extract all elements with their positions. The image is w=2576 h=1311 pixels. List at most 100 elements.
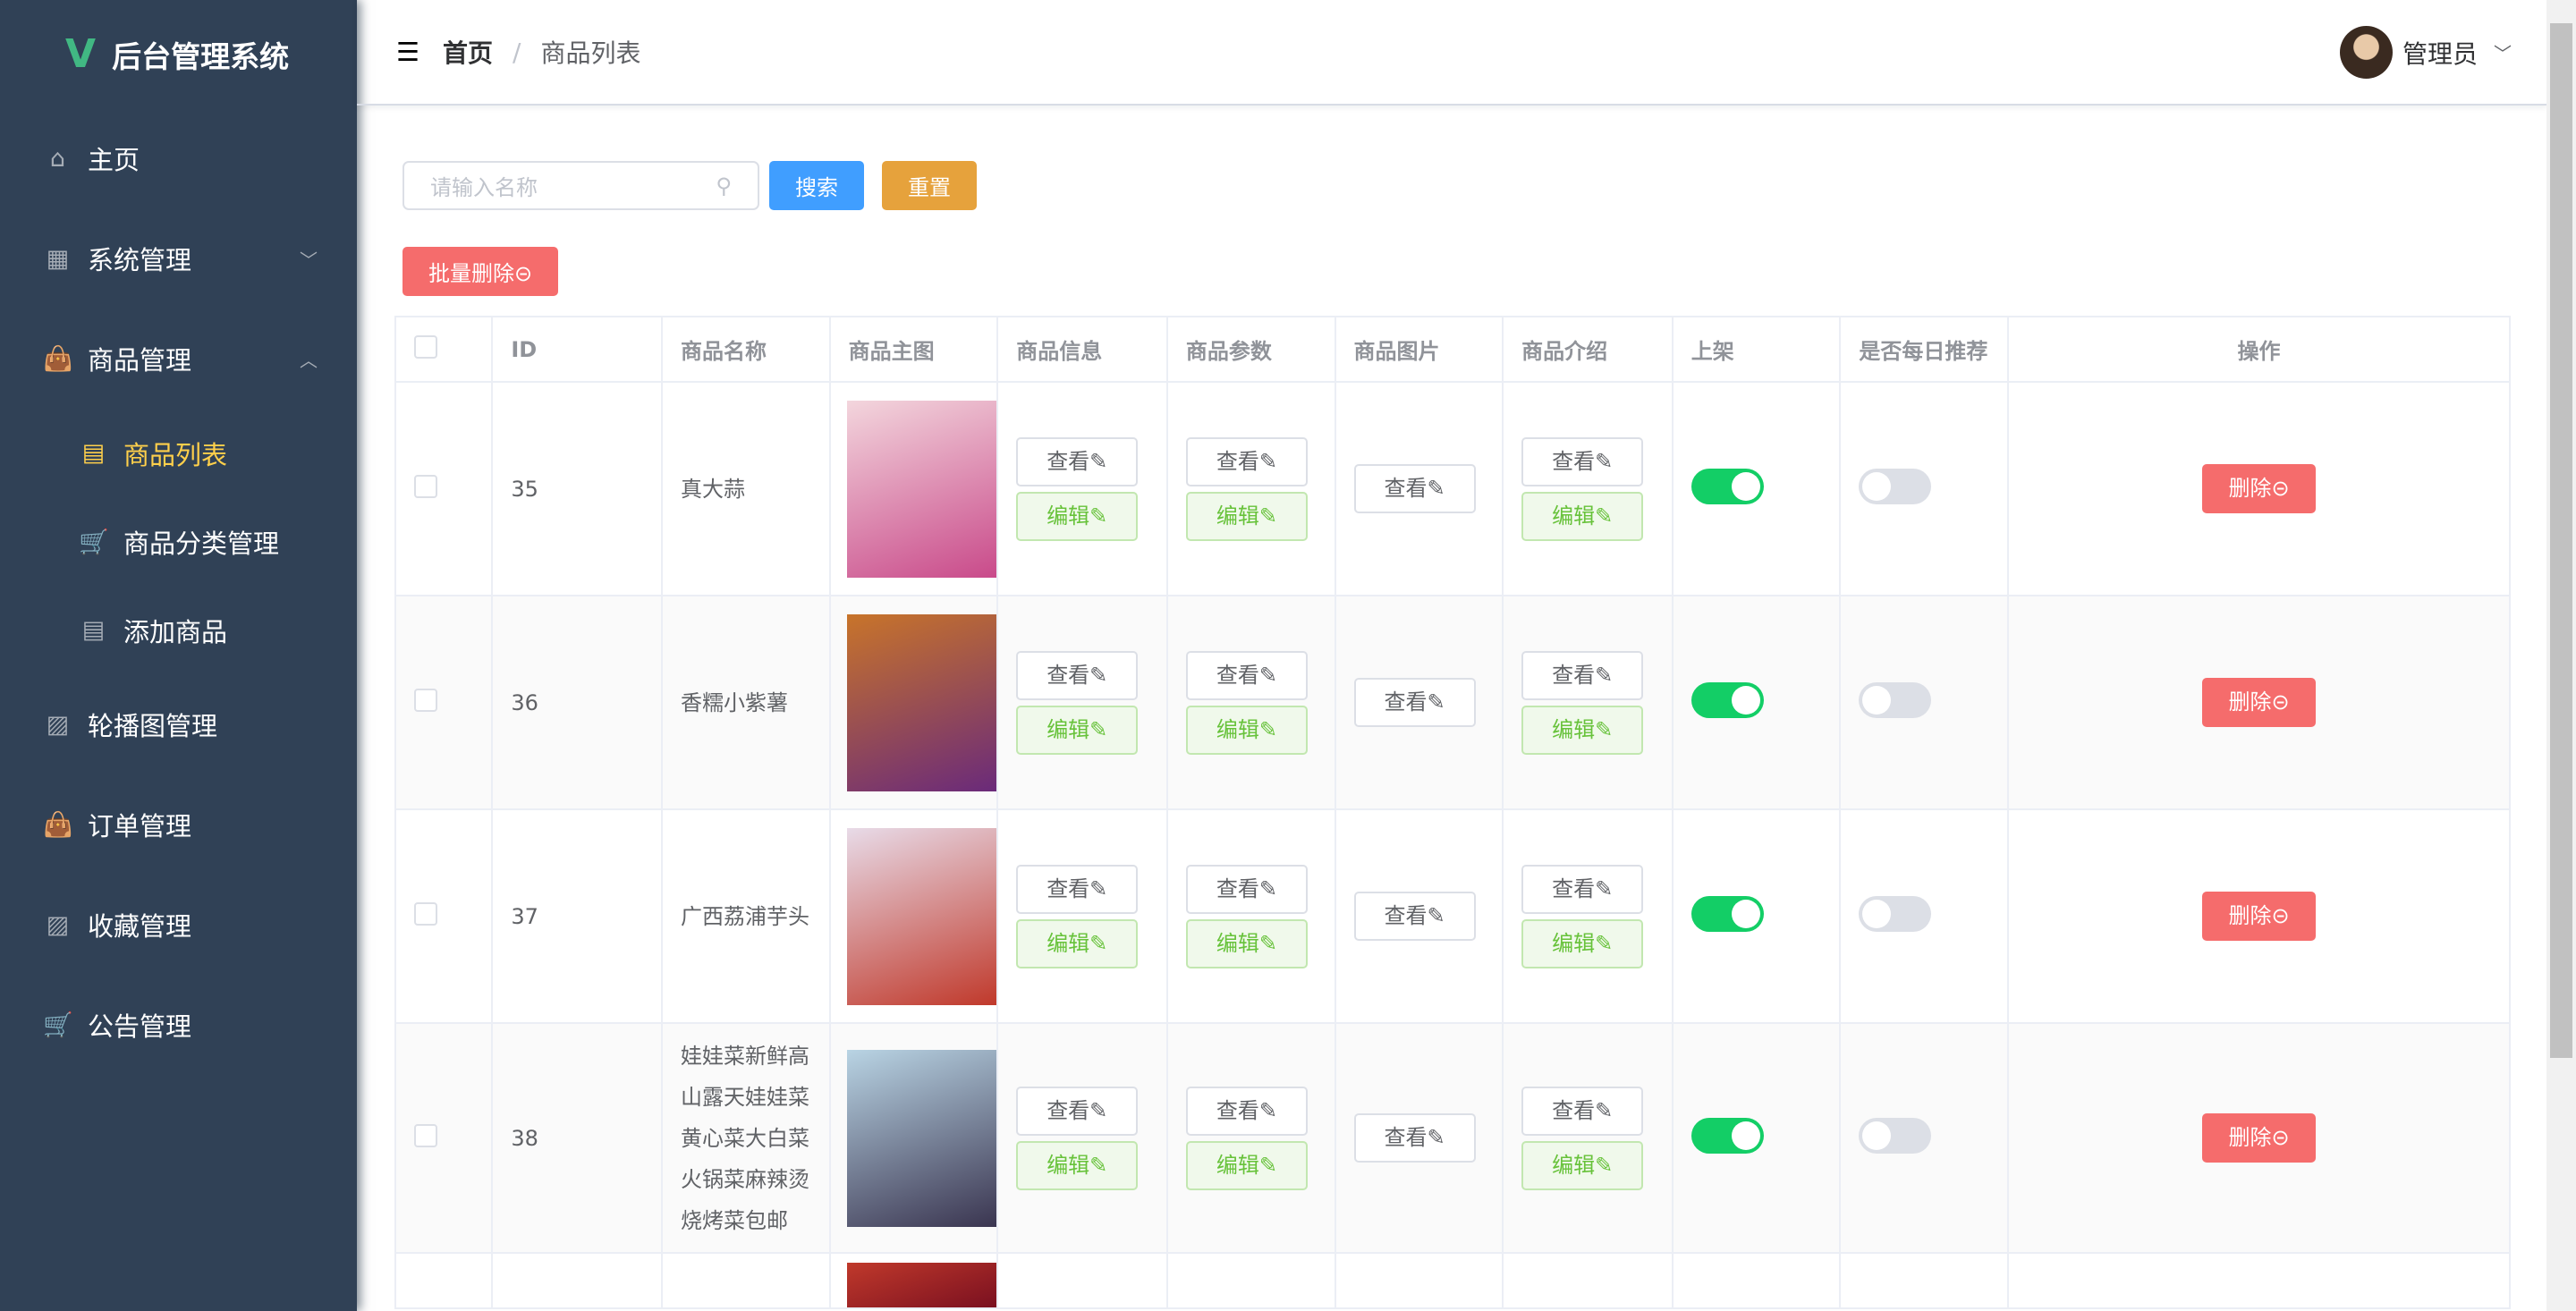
view-button[interactable]: 查看✎: [1185, 650, 1308, 700]
sidebar-item-0[interactable]: ⌂ 主页: [0, 108, 357, 208]
cart-icon: 🛒: [43, 1011, 73, 1039]
user-dropdown[interactable]: 管理员 ﹀: [2339, 26, 2512, 79]
edit-button[interactable]: 编辑✎: [1185, 918, 1308, 968]
sidebar-item-7[interactable]: 👜 订单管理: [0, 774, 357, 875]
batch-delete-button[interactable]: 批量删除⊝: [402, 247, 559, 296]
edit-button[interactable]: 编辑✎: [1185, 1140, 1308, 1190]
picture-icon: ▨: [46, 710, 70, 739]
id-cell: 37: [491, 808, 663, 1024]
edit-button[interactable]: 编辑✎: [1521, 1140, 1644, 1190]
sidebar-item-5[interactable]: ▤ 添加商品: [0, 586, 357, 674]
edit-button[interactable]: 编辑✎: [1016, 1140, 1139, 1190]
breadcrumb-current: 商品列表: [540, 38, 641, 68]
edit-button[interactable]: 编辑✎: [1185, 491, 1308, 541]
column-header: 商品介绍: [1502, 316, 1674, 383]
edit-button[interactable]: 编辑✎: [1521, 491, 1644, 541]
view-button[interactable]: 查看✎: [1185, 1086, 1308, 1136]
sidebar-item-1[interactable]: ▦ 系统管理 ﹀: [0, 208, 357, 309]
header: ☰ 首页 / 商品列表 管理员 ﹀: [357, 0, 2547, 106]
id-cell: 35: [491, 381, 663, 596]
view-button[interactable]: 查看✎: [1353, 1113, 1476, 1163]
view-button[interactable]: 查看✎: [1185, 436, 1308, 486]
edit-button[interactable]: 编辑✎: [1185, 705, 1308, 755]
search-icon: ⚲: [716, 173, 732, 199]
name-cell: 真大蒜: [681, 476, 745, 502]
sidebar-item-4[interactable]: 🛒 商品分类管理: [0, 497, 357, 586]
sidebar-item-8[interactable]: ▨ 收藏管理: [0, 875, 357, 975]
edit-button[interactable]: 编辑✎: [1521, 918, 1644, 968]
view-button[interactable]: 查看✎: [1521, 436, 1644, 486]
view-button[interactable]: 查看✎: [1353, 892, 1476, 941]
daily-recommend-toggle[interactable]: [1859, 1117, 1932, 1154]
grid-icon: ▦: [46, 244, 70, 273]
column-header: ID: [491, 316, 663, 383]
avatar: [2339, 26, 2393, 79]
view-button[interactable]: 查看✎: [1185, 864, 1308, 914]
breadcrumb-separator: /: [513, 37, 521, 67]
collapse-menu-icon[interactable]: ☰: [396, 37, 419, 67]
name-cell: 香糯小紫薯: [681, 689, 788, 715]
sidebar-item-label: 商品管理: [88, 345, 192, 376]
view-button[interactable]: 查看✎: [1016, 436, 1139, 486]
home-icon: ⌂: [49, 144, 66, 173]
edit-button[interactable]: 编辑✎: [1016, 491, 1139, 541]
daily-recommend-toggle[interactable]: [1859, 468, 1932, 504]
sidebar-item-9[interactable]: 🛒 公告管理: [0, 975, 357, 1075]
view-button[interactable]: 查看✎: [1016, 1086, 1139, 1136]
on-shelf-toggle[interactable]: [1690, 895, 1764, 932]
table-row: [394, 1252, 2511, 1309]
view-button[interactable]: 查看✎: [1353, 464, 1476, 513]
sidebar: V 后台管理系统 ⌂ 主页 ▦ 系统管理 ﹀ 👜 商品管理 ︿ ▤ 商品列表 🛒 商品分类管理 ▤ 添加商品…: [0, 0, 357, 1311]
row-checkbox[interactable]: [414, 1123, 437, 1147]
name-cell: 娃娃菜新鲜高山露天娃娃菜黄心菜大白菜火锅菜麻辣烫烧烤菜包邮: [681, 1043, 809, 1233]
column-header: 商品参数: [1165, 316, 1336, 383]
view-button[interactable]: 查看✎: [1521, 864, 1644, 914]
column-header: 商品名称: [661, 316, 831, 383]
select-all-checkbox[interactable]: [414, 334, 437, 359]
view-button[interactable]: 查看✎: [1521, 1086, 1644, 1136]
sidebar-item-label: 订单管理: [88, 811, 192, 842]
view-button[interactable]: 查看✎: [1521, 650, 1644, 700]
user-name: 管理员: [2402, 38, 2478, 69]
view-button[interactable]: 查看✎: [1016, 864, 1139, 914]
row-checkbox[interactable]: [414, 901, 437, 926]
sidebar-item-6[interactable]: ▨ 轮播图管理: [0, 674, 357, 774]
search-button[interactable]: 搜索: [769, 161, 864, 210]
search-input[interactable]: 请输入名称 ⚲: [402, 161, 759, 210]
edit-button[interactable]: 编辑✎: [1016, 918, 1139, 968]
sidebar-item-3[interactable]: ▤ 商品列表: [0, 409, 357, 497]
on-shelf-toggle[interactable]: [1690, 468, 1764, 504]
id-cell: [491, 1252, 663, 1309]
daily-recommend-toggle[interactable]: [1859, 895, 1932, 932]
sidebar-item-2[interactable]: 👜 商品管理 ︿: [0, 309, 357, 409]
delete-button[interactable]: 删除⊝: [2202, 464, 2316, 513]
sidebar-item-label: 添加商品: [123, 616, 228, 647]
scrollbar[interactable]: [2546, 0, 2576, 1311]
id-cell: 38: [491, 1022, 663, 1254]
search-placeholder: 请输入名称: [430, 175, 538, 200]
edit-button[interactable]: 编辑✎: [1016, 705, 1139, 755]
chevron-icon: ﹀: [300, 249, 318, 271]
row-checkbox[interactable]: [414, 474, 437, 498]
column-header: 商品图片: [1334, 316, 1504, 383]
reset-button[interactable]: 重置: [882, 161, 977, 210]
app-title: 后台管理系统: [112, 38, 290, 74]
row-checkbox[interactable]: [414, 688, 437, 712]
on-shelf-toggle[interactable]: [1690, 1117, 1764, 1154]
product-image: [846, 613, 996, 791]
delete-button[interactable]: 删除⊝: [2202, 892, 2316, 941]
sidebar-item-label: 轮播图管理: [88, 711, 218, 741]
product-image: [846, 1263, 996, 1307]
table-row: 35 真大蒜 查看✎ 编辑✎ 查看✎ 编辑✎ 查看✎ 查看✎ 编辑✎ 删除⊝: [394, 381, 2511, 596]
edit-button[interactable]: 编辑✎: [1521, 705, 1644, 755]
on-shelf-toggle[interactable]: [1690, 681, 1764, 718]
bag-icon: 👜: [43, 811, 73, 839]
view-button[interactable]: 查看✎: [1016, 650, 1139, 700]
daily-recommend-toggle[interactable]: [1859, 681, 1932, 718]
view-button[interactable]: 查看✎: [1353, 678, 1476, 727]
chevron-down-icon: ﹀: [2494, 43, 2512, 64]
delete-button[interactable]: 删除⊝: [2202, 678, 2316, 727]
delete-button[interactable]: 删除⊝: [2202, 1113, 2316, 1163]
breadcrumb-home[interactable]: 首页: [443, 34, 493, 70]
scrollbar-thumb[interactable]: [2550, 23, 2572, 1058]
